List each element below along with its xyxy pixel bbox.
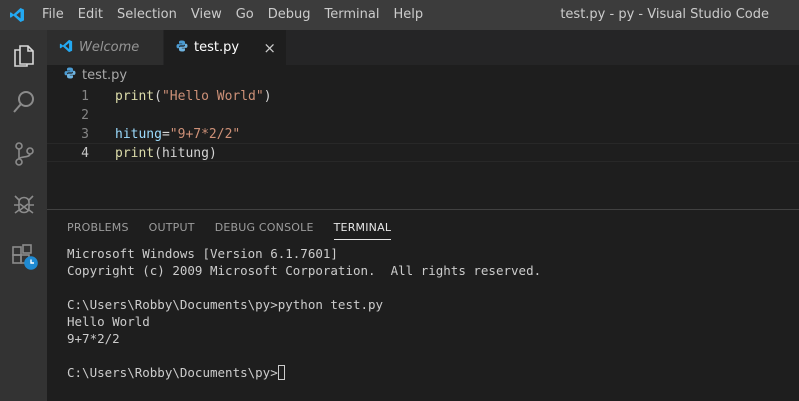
menu-view[interactable]: View: [184, 0, 229, 30]
bottom-panel: PROBLEMS OUTPUT DEBUG CONSOLE TERMINAL M…: [47, 209, 799, 401]
tab-label: test.py: [194, 40, 240, 55]
python-icon: [64, 67, 76, 83]
code-token: hitung: [115, 127, 162, 142]
code-text[interactable]: print("Hello World"): [115, 87, 272, 106]
editor-tabs: Welcome test.py ×: [47, 30, 799, 65]
tab-test-py[interactable]: test.py ×: [164, 30, 287, 65]
tab-terminal[interactable]: TERMINAL: [333, 210, 392, 240]
code-token: "9+7*2/2": [169, 127, 241, 142]
code-text[interactable]: hitung="9+7*2/2": [115, 125, 240, 144]
code-editor[interactable]: 1 print("Hello World") 2 3 hitung="9+7*2…: [47, 85, 799, 205]
menu-selection[interactable]: Selection: [110, 0, 184, 30]
menu-help[interactable]: Help: [386, 0, 430, 30]
terminal-line: Copyright (c) 2009 Microsoft Corporation…: [67, 263, 542, 278]
code-token: (: [154, 146, 162, 161]
code-line[interactable]: 3 hitung="9+7*2/2": [47, 125, 799, 144]
title-bar: File Edit Selection View Go Debug Termin…: [0, 0, 799, 30]
terminal-cursor: [277, 365, 285, 380]
tab-problems[interactable]: PROBLEMS: [67, 210, 129, 246]
breadcrumb[interactable]: test.py: [64, 66, 127, 84]
vscode-logo-icon: [59, 39, 73, 57]
current-code-line[interactable]: 4 print(hitung): [47, 143, 799, 162]
search-icon[interactable]: [0, 80, 47, 124]
code-token: print: [115, 89, 155, 104]
source-control-icon[interactable]: [0, 132, 47, 176]
terminal-line: Hello World: [67, 314, 150, 329]
line-number: 2: [81, 108, 89, 123]
vscode-logo-icon: [0, 0, 34, 30]
code-token: "Hello World": [161, 89, 264, 104]
code-token: (: [154, 89, 162, 104]
code-token: ): [208, 146, 217, 161]
line-number: 3: [81, 127, 89, 142]
extensions-icon[interactable]: [0, 234, 47, 278]
tab-welcome[interactable]: Welcome: [47, 30, 164, 65]
debug-icon[interactable]: [0, 182, 47, 226]
menu-file[interactable]: File: [35, 0, 71, 30]
explorer-icon[interactable]: [0, 32, 47, 76]
terminal-line: Microsoft Windows [Version 6.1.7601]: [67, 246, 338, 261]
terminal-output[interactable]: Microsoft Windows [Version 6.1.7601] Cop…: [67, 245, 787, 381]
menu-edit[interactable]: Edit: [71, 0, 110, 30]
panel-tabs: PROBLEMS OUTPUT DEBUG CONSOLE TERMINAL: [67, 210, 411, 246]
breadcrumb-file[interactable]: test.py: [82, 68, 127, 83]
activity-bar: [0, 30, 47, 401]
menu-bar: File Edit Selection View Go Debug Termin…: [35, 0, 430, 30]
code-token: hitung: [161, 146, 209, 161]
tab-debug-console[interactable]: DEBUG CONSOLE: [215, 210, 314, 246]
terminal-line: 9+7*2/2: [67, 331, 120, 346]
window-title: test.py - py - Visual Studio Code: [560, 7, 769, 22]
code-token: =: [161, 127, 170, 142]
python-icon: [176, 40, 188, 56]
close-icon[interactable]: ×: [263, 39, 276, 57]
code-line[interactable]: 1 print("Hello World"): [47, 87, 799, 106]
menu-debug[interactable]: Debug: [261, 0, 318, 30]
code-token: print: [115, 146, 155, 161]
line-number: 4: [81, 146, 89, 161]
menu-terminal[interactable]: Terminal: [318, 0, 387, 30]
terminal-prompt-line[interactable]: C:\Users\Robby\Documents\py>: [67, 364, 787, 381]
code-line[interactable]: 2: [47, 106, 799, 125]
terminal-line: C:\Users\Robby\Documents\py>python test.…: [67, 297, 384, 312]
code-token: ): [263, 89, 272, 104]
code-text[interactable]: print(hitung): [115, 144, 217, 163]
tab-output[interactable]: OUTPUT: [149, 210, 195, 246]
tab-label: Welcome: [79, 40, 140, 55]
line-number: 1: [81, 89, 89, 104]
terminal-prompt: C:\Users\Robby\Documents\py>: [67, 365, 278, 380]
menu-go[interactable]: Go: [229, 0, 261, 30]
